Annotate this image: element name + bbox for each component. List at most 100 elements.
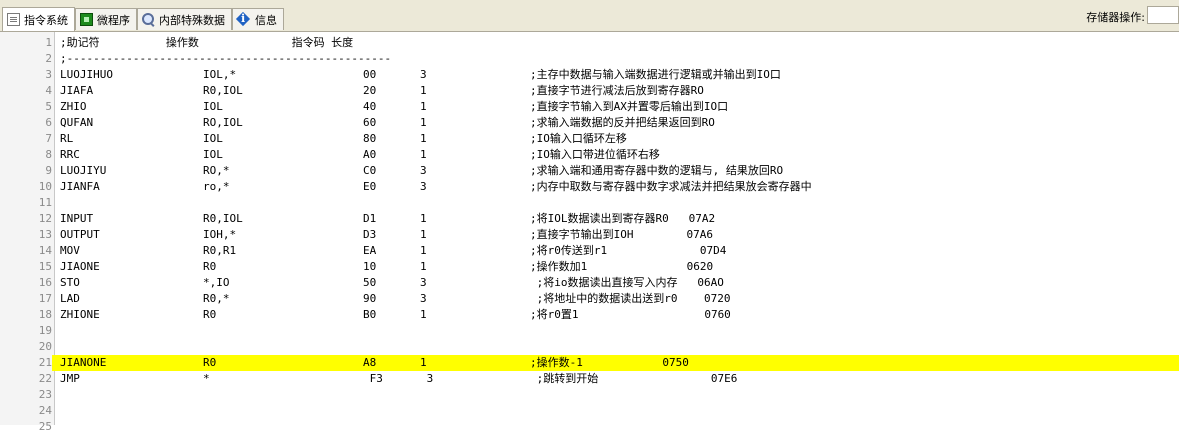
code-line[interactable]: 15 JIAONE R0 10 1 ;操作数加1 0620 bbox=[0, 259, 1179, 275]
mnemonic: ZHIO bbox=[60, 100, 87, 113]
operand: R0,IOL bbox=[203, 212, 243, 225]
code-line[interactable]: 19 bbox=[0, 323, 1179, 339]
code-line[interactable]: 1 ;助记符 操作数 指令码 长度 bbox=[0, 35, 1179, 51]
code-line[interactable]: 9 LUOJIYU RO,* C0 3 ;求输入端和通用寄存器中数的逻辑与, 结果放回RO bbox=[0, 163, 1179, 179]
line-number: 16 bbox=[38, 276, 52, 289]
tab-info[interactable]: 信息 bbox=[232, 8, 284, 30]
opcode: E0 bbox=[363, 180, 377, 193]
line-number: 14 bbox=[38, 244, 52, 257]
line-number: 9 bbox=[45, 164, 52, 177]
operand: *,IO bbox=[203, 276, 230, 289]
comment: ;将r0传送到r1 07D4 bbox=[530, 244, 727, 257]
code-line[interactable]: 23 bbox=[0, 387, 1179, 403]
code-line[interactable]: 14 MOV R0,R1 EA 1 ;将r0传送到r1 07D4 bbox=[0, 243, 1179, 259]
comment: ;将地址中的数据读出送到r0 0720 bbox=[530, 292, 731, 305]
code-line[interactable]: 25 bbox=[0, 419, 1179, 435]
line-number: 25 bbox=[38, 420, 52, 433]
operand: * bbox=[203, 372, 210, 385]
line-number: 17 bbox=[38, 292, 52, 305]
code-line[interactable]: 8 RRC IOL A0 1 ;IO输入口带进位循环右移 bbox=[0, 147, 1179, 163]
line-number: 21 bbox=[0, 355, 52, 371]
line-number: 13 bbox=[38, 228, 52, 241]
length: 1 bbox=[420, 132, 427, 145]
operand: R0 bbox=[203, 356, 217, 369]
code-line[interactable]: 11 bbox=[0, 195, 1179, 211]
mnemonic: JIAFA bbox=[60, 84, 94, 97]
microchip-icon bbox=[80, 13, 93, 26]
operand: RO,IOL bbox=[203, 116, 243, 129]
line-number: 3 bbox=[45, 68, 52, 81]
opcode: 00 bbox=[363, 68, 377, 81]
storage-operation-label: 存储器操作: bbox=[1086, 11, 1145, 24]
tab-label: 信息 bbox=[255, 13, 277, 27]
opcode: 50 bbox=[363, 276, 377, 289]
code-line[interactable]: 22 JMP * F3 3 ;跳转到开始 07E6 bbox=[0, 371, 1179, 387]
opcode: 80 bbox=[363, 132, 377, 145]
line-number: 1 bbox=[45, 36, 52, 49]
opcode: 20 bbox=[363, 84, 377, 97]
mnemonic: LAD bbox=[60, 292, 80, 305]
tab-instruction-system[interactable]: 指令系统 bbox=[2, 7, 75, 31]
mnemonic: MOV bbox=[60, 244, 80, 257]
length: 1 bbox=[420, 84, 427, 97]
mnemonic: LUOJIYU bbox=[60, 164, 107, 177]
code-line[interactable]: 13 OUTPUT IOH,* D3 1 ;直接字节输出到IOH 07A6 bbox=[0, 227, 1179, 243]
code-line[interactable]: 16 STO *,IO 50 3 ;将io数据读出直接写入内存 06AO bbox=[0, 275, 1179, 291]
code-editor[interactable]: 1 ;助记符 操作数 指令码 长度 2 ;----------------------… bbox=[0, 35, 1179, 435]
tab-internal-data[interactable]: 内部特殊数据 bbox=[137, 8, 232, 30]
line-number: 7 bbox=[45, 132, 52, 145]
code-line[interactable]: 18 ZHIONE R0 B0 1 ;将r0置1 0760 bbox=[0, 307, 1179, 323]
mnemonic: JIANFA bbox=[60, 180, 100, 193]
code-line[interactable]: 24 bbox=[0, 403, 1179, 419]
line-number: 11 bbox=[38, 196, 52, 209]
tab-label: 微程序 bbox=[97, 13, 130, 27]
code-line-highlighted[interactable]: 21 JIANONE R0 A8 1 ;操作数-1 0750 bbox=[0, 355, 1179, 371]
comment: ;主存中数据与输入端数据进行逻辑或并输出到IO口 bbox=[530, 68, 781, 81]
line-number: 18 bbox=[38, 308, 52, 321]
line-number: 6 bbox=[45, 116, 52, 129]
line-number: 4 bbox=[45, 84, 52, 97]
code-line[interactable]: 10 JIANFA ro,* E0 3 ;内存中取数与寄存器中数字求减法并把结果放会寄存器… bbox=[0, 179, 1179, 195]
operand: RO,* bbox=[203, 164, 230, 177]
line-number: 8 bbox=[45, 148, 52, 161]
code-line[interactable]: 7 RL IOL 80 1 ;IO输入口循环左移 bbox=[0, 131, 1179, 147]
line-number: 20 bbox=[38, 340, 52, 353]
line-number: 19 bbox=[38, 324, 52, 337]
opcode: C0 bbox=[363, 164, 377, 177]
mnemonic: ZHIONE bbox=[60, 308, 100, 321]
opcode: B0 bbox=[363, 308, 377, 321]
storage-operation-field[interactable] bbox=[1147, 6, 1179, 24]
code-text: ;助记符 操作数 指令码 长度 bbox=[60, 36, 354, 49]
code-line[interactable]: 5 ZHIO IOL 40 1 ;直接字节输入到AX并置零后输出到IO口 bbox=[0, 99, 1179, 115]
comment: ;直接字节输入到AX并置零后输出到IO口 bbox=[530, 100, 729, 113]
operand: IOH,* bbox=[203, 228, 237, 241]
code-line[interactable]: 12 INPUT R0,IOL D1 1 ;将IOL数据读出到寄存器R0 07A2 bbox=[0, 211, 1179, 227]
comment: ;将IOL数据读出到寄存器R0 07A2 bbox=[530, 212, 716, 225]
opcode: F3 bbox=[363, 372, 383, 385]
operand: R0,IOL bbox=[203, 84, 243, 97]
length: 1 bbox=[420, 308, 427, 321]
opcode: 40 bbox=[363, 100, 377, 113]
code-line[interactable]: 20 bbox=[0, 339, 1179, 355]
operand: R0 bbox=[203, 260, 217, 273]
operand: R0 bbox=[203, 308, 217, 321]
comment: ;跳转到开始 07E6 bbox=[530, 372, 738, 385]
code-line[interactable]: 4 JIAFA R0,IOL 20 1 ;直接字节进行减法后放到寄存器RO bbox=[0, 83, 1179, 99]
mnemonic: STO bbox=[60, 276, 80, 289]
mnemonic: QUFAN bbox=[60, 116, 94, 129]
operand: IOL bbox=[203, 100, 223, 113]
info-icon bbox=[237, 12, 251, 27]
comment: ;直接字节进行减法后放到寄存器RO bbox=[530, 84, 704, 97]
opcode: 10 bbox=[363, 260, 377, 273]
length: 1 bbox=[420, 100, 427, 113]
tab-microprogram[interactable]: 微程序 bbox=[75, 8, 137, 30]
line-number: 23 bbox=[38, 388, 52, 401]
code-line[interactable]: 2 ;--------------------------------------… bbox=[0, 51, 1179, 67]
length: 3 bbox=[420, 292, 427, 305]
document-icon bbox=[7, 13, 20, 26]
operand: R0,* bbox=[203, 292, 230, 305]
code-line[interactable]: 3 LUOJIHUO IOL,* 00 3 ;主存中数据与输入端数据进行逻辑或并输出到IO… bbox=[0, 67, 1179, 83]
code-line[interactable]: 17 LAD R0,* 90 3 ;将地址中的数据读出送到r0 0720 bbox=[0, 291, 1179, 307]
line-number: 15 bbox=[38, 260, 52, 273]
code-line[interactable]: 6 QUFAN RO,IOL 60 1 ;求输入端数据的反并把结果返回到RO bbox=[0, 115, 1179, 131]
